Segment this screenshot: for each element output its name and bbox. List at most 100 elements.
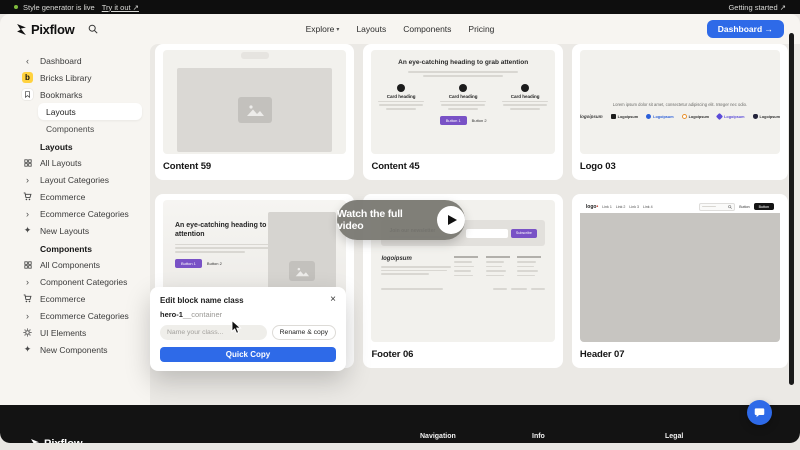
sidebar-item-bookmark-layouts[interactable]: Layouts [38, 103, 142, 120]
feature-icon [459, 84, 467, 92]
getting-started-link[interactable]: Getting started ↗ [728, 3, 786, 12]
logo-mark: Logoipsum [753, 114, 780, 119]
footer-link-column [454, 256, 478, 276]
pixflow-logo-icon [16, 24, 27, 35]
sidebar-item-layout-categories[interactable]: › Layout Categories [18, 171, 142, 188]
placeholder-pill [241, 52, 269, 59]
live-dot-icon [14, 5, 18, 9]
thumb-button-link: Button [739, 205, 749, 209]
thumbnail-header-07: logo• Link 1 Link 2 Link 3 Link 4 Button [580, 200, 780, 342]
placeholder-line [381, 266, 451, 268]
sidebar-item-ui-elements[interactable]: UI Elements [18, 324, 142, 341]
logo-mark: logoipsum [580, 114, 603, 119]
footer-col-info: Info [532, 433, 545, 440]
sidebar-item-new-components[interactable]: ✦ New Components [18, 341, 142, 358]
gear-icon [22, 327, 33, 338]
sidebar-item-bricks-library[interactable]: b Bricks Library [18, 69, 142, 86]
page-footer: Pixflow Navigation Info Legal [0, 405, 800, 443]
try-it-out-link[interactable]: Try it out ↗ [102, 3, 139, 12]
placeholder-line [493, 288, 507, 290]
thumb-button-2: Button 2 [207, 261, 222, 266]
sidebar-heading-layouts: Layouts [18, 137, 142, 154]
sidebar-item-ecommerce-components[interactable]: Ecommerce [18, 290, 142, 307]
mouse-cursor [231, 320, 244, 335]
placeholder-line [503, 104, 547, 106]
thumbnail-content-45: An eye-catching heading to grab attentio… [371, 50, 554, 154]
placeholder-line [441, 104, 485, 106]
logo-mark: Logoipsum [682, 114, 709, 119]
logo-mark: Logoipsum [717, 114, 744, 119]
dashboard-button[interactable]: Dashboard → [707, 20, 784, 38]
class-name-input[interactable] [160, 325, 267, 340]
nav-explore[interactable]: Explore▾ [306, 24, 340, 34]
sidebar-item-bookmarks[interactable]: Bookmarks [18, 86, 142, 103]
placeholder-line [386, 108, 416, 110]
feature-icon [521, 84, 529, 92]
footer-link-column [517, 256, 541, 276]
announcement-bar: Style generator is live Try it out ↗ Get… [0, 0, 800, 14]
nav-components[interactable]: Components [403, 24, 451, 34]
chevron-right-icon: › [22, 310, 33, 321]
chevron-left-icon: ‹ [22, 55, 33, 66]
chevron-right-icon: › [22, 276, 33, 287]
card-title: Logo 03 [580, 161, 780, 172]
placeholder-line [378, 101, 424, 103]
bookmark-icon [22, 89, 33, 100]
chevron-down-icon: ▾ [336, 26, 339, 33]
nav-pricing[interactable]: Pricing [468, 24, 494, 34]
sidebar-item-component-categories[interactable]: › Component Categories [18, 273, 142, 290]
thumb-button-1: Button 1 [175, 259, 202, 268]
sidebar-item-new-layouts[interactable]: ✦ New Layouts [18, 222, 142, 239]
footer-col-navigation: Navigation [420, 433, 456, 440]
thumb-heading: An eye-catching heading to grab attentio… [398, 59, 528, 67]
brand-name: Pixflow [31, 22, 74, 37]
quick-copy-button[interactable]: Quick Copy [160, 347, 336, 362]
logo-mark: Logoipsum [611, 114, 638, 119]
card-header-07[interactable]: logo• Link 1 Link 2 Link 3 Link 4 Button [572, 194, 788, 368]
chevron-right-icon: › [22, 174, 33, 185]
placeholder-line [502, 101, 548, 103]
vertical-scrollbar[interactable] [789, 33, 794, 385]
sidebar-item-bookmark-components[interactable]: Components [38, 120, 142, 137]
sidebar-item-all-components[interactable]: All Components [18, 256, 142, 273]
card-heading-label: Card heading [387, 94, 416, 99]
placeholder-line [408, 71, 518, 73]
card-content-45[interactable]: An eye-catching heading to grab attentio… [363, 44, 562, 180]
rename-copy-button[interactable]: Rename & copy [272, 325, 336, 340]
card-logo-03[interactable]: Lorem ipsum dolor sit amet, consectetur … [572, 44, 788, 180]
thumb-search-field [699, 203, 735, 211]
grid-icon [22, 259, 33, 270]
thumb-sentence: Lorem ipsum dolor sit amet, consectetur … [580, 102, 780, 107]
pixflow-logo-icon [30, 439, 40, 443]
grid-icon [22, 157, 33, 168]
nav-layouts[interactable]: Layouts [356, 24, 386, 34]
bricks-icon: b [22, 72, 33, 83]
thumb-button-1: Button 1 [440, 116, 467, 125]
placeholder-line [531, 288, 545, 290]
announcement-message: Style generator is live [23, 3, 95, 12]
sidebar-item-all-layouts[interactable]: All Layouts [18, 154, 142, 171]
thumb-nav-link: Link 3 [629, 205, 639, 209]
footer-col-legal: Legal [665, 433, 683, 440]
thumbnail-logo-03: Lorem ipsum dolor sit amet, consectetur … [580, 50, 780, 154]
email-input-placeholder [466, 229, 508, 238]
sidebar-item-ecommerce-component-categories[interactable]: › Ecommerce Categories [18, 307, 142, 324]
chat-widget-button[interactable] [747, 400, 772, 425]
chat-icon [754, 407, 765, 418]
search-icon[interactable] [88, 24, 98, 34]
sidebar-item-ecommerce-layout-categories[interactable]: › Ecommerce Categories [18, 205, 142, 222]
close-icon[interactable]: × [330, 295, 336, 305]
sidebar-item-dashboard[interactable]: ‹ Dashboard [18, 52, 142, 69]
brand[interactable]: Pixflow [16, 22, 74, 37]
footer-brand: Pixflow [30, 438, 83, 443]
class-name: hero-1__container [160, 310, 336, 319]
placeholder-line [379, 104, 423, 106]
watch-video-button[interactable]: Watch the full video [337, 200, 465, 240]
sidebar-item-ecommerce-layouts[interactable]: Ecommerce [18, 188, 142, 205]
app-header: Pixflow Explore▾ Layouts Components Pric… [0, 14, 800, 44]
cart-icon [22, 293, 33, 304]
placeholder-line [175, 244, 275, 246]
sparkle-icon: ✦ [22, 225, 33, 236]
card-content-59[interactable]: Content 59 [155, 44, 354, 180]
placeholder-line [381, 288, 443, 290]
